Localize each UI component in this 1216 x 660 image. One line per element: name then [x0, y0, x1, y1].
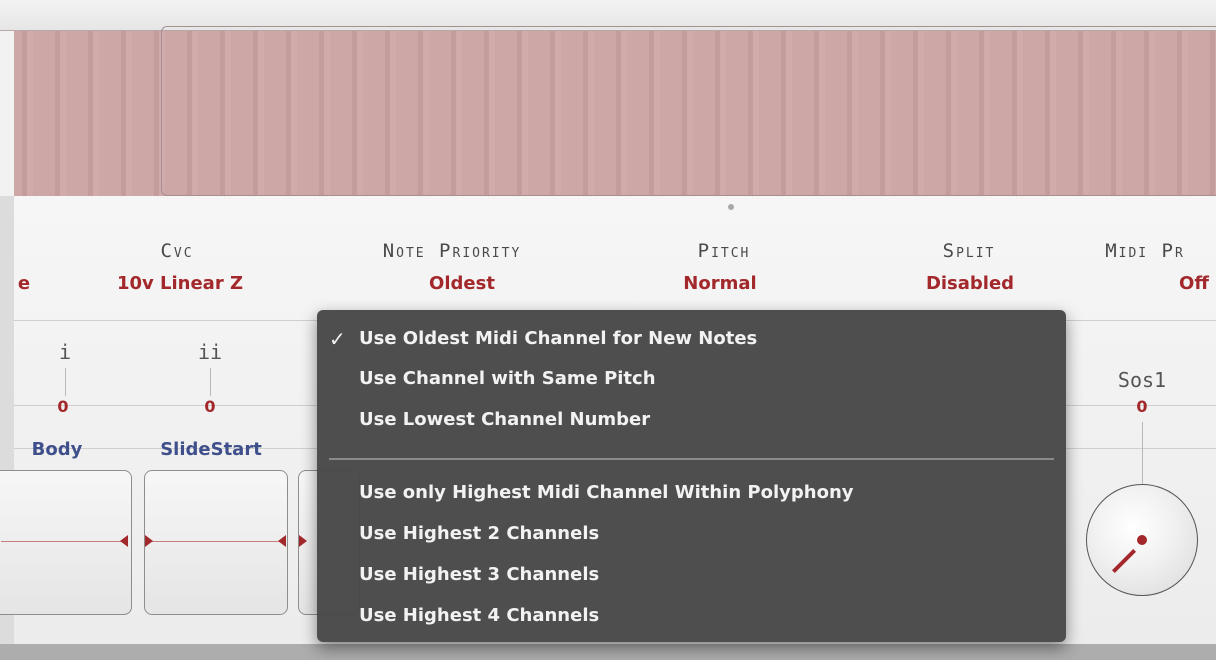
param-value-cvc[interactable]: 10v Linear Z [117, 273, 243, 294]
param-value-split[interactable]: Disabled [926, 273, 1014, 294]
param-label-pitch: Pitch [697, 240, 751, 262]
menu-item-highest-4[interactable]: Use Highest 4 Channels [359, 601, 599, 631]
menu-item-lowest-channel[interactable]: Use Lowest Channel Number [359, 405, 650, 435]
menu-item-same-pitch[interactable]: Use Channel with Same Pitch [359, 364, 656, 394]
bottom-bar [0, 644, 1216, 660]
control-tick-ii [210, 368, 211, 396]
pad-slidestart-marker-right[interactable] [278, 535, 286, 547]
menu-separator [329, 458, 1054, 460]
pad-body-line [1, 541, 123, 542]
param-value-note-priority[interactable]: Oldest [429, 273, 495, 294]
pad-body[interactable] [0, 470, 132, 615]
sos1-knob[interactable] [1086, 484, 1198, 596]
control-label-i: i [58, 340, 72, 364]
pad-third-marker[interactable] [299, 535, 307, 547]
param-label-midi-pr: Midi Pr [1105, 240, 1185, 262]
checkmark-icon: ✓ [329, 327, 346, 351]
pad-body-marker[interactable] [120, 535, 128, 547]
pad-slidestart-line [151, 541, 285, 542]
menu-item-highest-within-polyphony[interactable]: Use only Highest Midi Channel Within Pol… [359, 478, 854, 508]
menu-item-label: Use Oldest Midi Channel for New Notes [359, 328, 758, 349]
control-value-ii[interactable]: 0 [204, 397, 215, 416]
control-value-i[interactable]: 0 [57, 397, 68, 416]
display-frame [161, 26, 1216, 196]
param-value-midi-pr[interactable]: Off [1179, 273, 1209, 294]
menu-item-highest-2[interactable]: Use Highest 2 Channels [359, 519, 599, 549]
destination-label-body[interactable]: Body [32, 439, 83, 460]
param-value-partial[interactable]: e [18, 273, 30, 294]
knob-pointer [1111, 548, 1137, 574]
control-tick-i [65, 368, 66, 396]
knob-label-sos1: Sos1 [1117, 368, 1167, 392]
keyboard-display[interactable] [0, 26, 1216, 197]
menu-item-oldest-channel[interactable]: ✓ Use Oldest Midi Channel for New Notes [329, 324, 758, 354]
menu-item-highest-3[interactable]: Use Highest 3 Channels [359, 560, 599, 590]
param-label-note-priority: Note Priority [382, 240, 522, 262]
page-indicator-dot[interactable] [728, 204, 734, 210]
pad-slidestart[interactable] [144, 470, 288, 615]
destination-label-slidestart[interactable]: SlideStart [160, 439, 262, 460]
control-label-ii: ii [197, 340, 223, 364]
pad-slidestart-marker-left[interactable] [145, 535, 153, 547]
knob-center-dot [1137, 535, 1147, 545]
note-priority-menu[interactable]: ✓ Use Oldest Midi Channel for New Notes … [317, 310, 1066, 642]
param-label-split: Split [942, 240, 996, 262]
control-value-sos1[interactable]: 0 [1136, 397, 1147, 416]
param-value-pitch[interactable]: Normal [683, 273, 756, 294]
display-left-edge [0, 31, 14, 196]
param-label-cvc: Cvc [160, 240, 194, 262]
knob-tick [1142, 422, 1143, 484]
